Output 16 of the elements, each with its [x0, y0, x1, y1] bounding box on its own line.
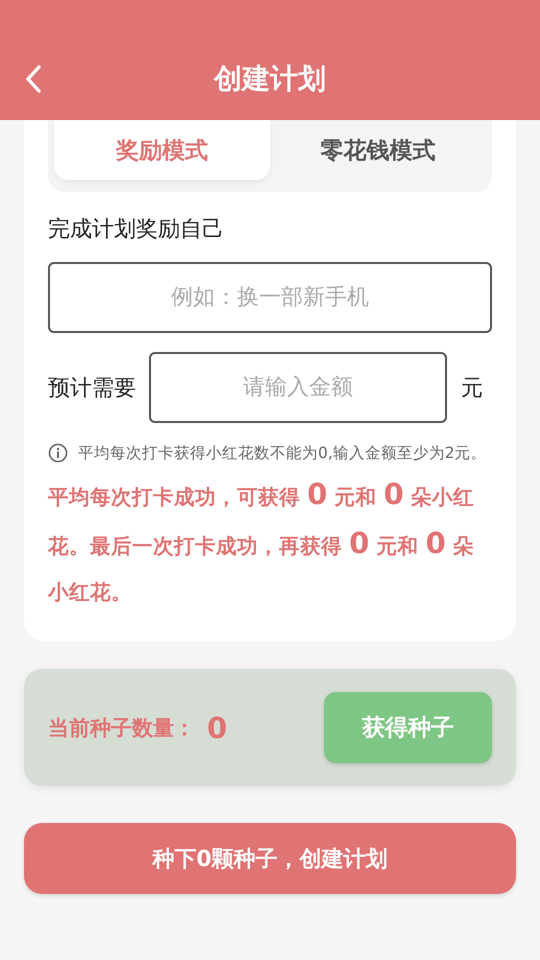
mode-tab[interactable]: 零花钱模式 [270, 120, 486, 180]
back-icon[interactable] [25, 65, 41, 93]
summary-text: 平均每次打卡成功，可获得 0 元和 0 朵小红花。最后一次打卡成功，再获得 0 元和 0 朵小红花。 [48, 476, 475, 606]
amount-label: 预计需要 [48, 374, 136, 402]
reward-label: 完成计划奖励自己 [48, 216, 225, 244]
unit-label: 元 [461, 374, 483, 402]
create-plan-button[interactable]: 种下0颗种子，创建计划 [24, 823, 516, 894]
mode-tab[interactable]: 奖励模式 [54, 120, 270, 180]
reward-input[interactable]: 例如：换一部新手机 [48, 262, 492, 333]
amount-input[interactable]: 请输入金额 [149, 352, 447, 423]
info-icon [48, 443, 68, 463]
seed-count: 0 [207, 710, 228, 744]
seed-count-label: 当前种子数量： [48, 714, 195, 742]
page-title: 创建计划 [214, 61, 326, 97]
get-seeds-button[interactable]: 获得种子 [324, 692, 492, 763]
notice-text: 平均每次打卡获得小红花数不能为0,输入金额至少为2元。 [78, 443, 487, 464]
